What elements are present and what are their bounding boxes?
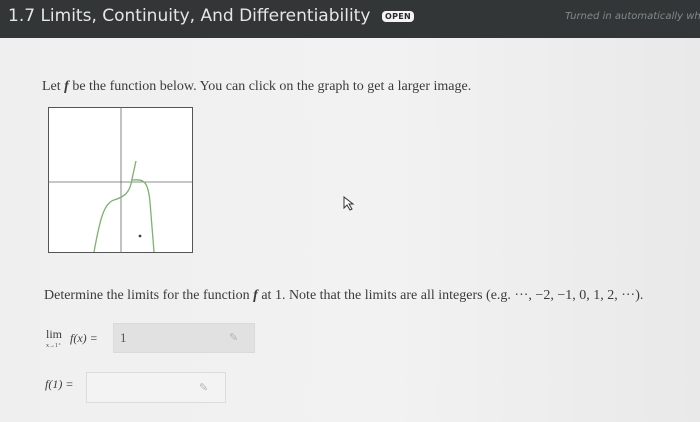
pencil-icon[interactable]: ✎ (229, 331, 238, 344)
right-limit-answer-input[interactable]: 1 ✎ (113, 323, 255, 353)
open-badge: OPEN (382, 11, 415, 22)
problem-intro: Let f be the function below. You can cli… (42, 79, 472, 94)
mouse-cursor-icon (343, 196, 355, 211)
assignment-title: 1.7 Limits, Continuity, And Differentiab… (8, 6, 371, 26)
function-graph[interactable] (48, 107, 193, 253)
lim-subscript: x→1⁺ (46, 343, 62, 349)
pencil-icon[interactable]: ✎ (199, 381, 208, 394)
isolated-point (138, 234, 142, 238)
auto-turn-in-status: Turned in automatically whe (565, 11, 700, 22)
lim-word: lim (46, 327, 63, 341)
limit-label: lim x→1⁺ f(x) = (46, 327, 98, 349)
graph-frame (48, 107, 193, 253)
right-limit-value: 1 (120, 330, 127, 345)
f-of-one-label: f(1) = (45, 377, 74, 391)
f-of-one-answer-input[interactable]: ✎ (86, 372, 226, 403)
lim-expression: f(x) = (70, 331, 98, 345)
assignment-header: 1.7 Limits, Continuity, And Differentiab… (0, 0, 700, 38)
determine-instruction: Determine the limits for the function f … (44, 288, 644, 303)
